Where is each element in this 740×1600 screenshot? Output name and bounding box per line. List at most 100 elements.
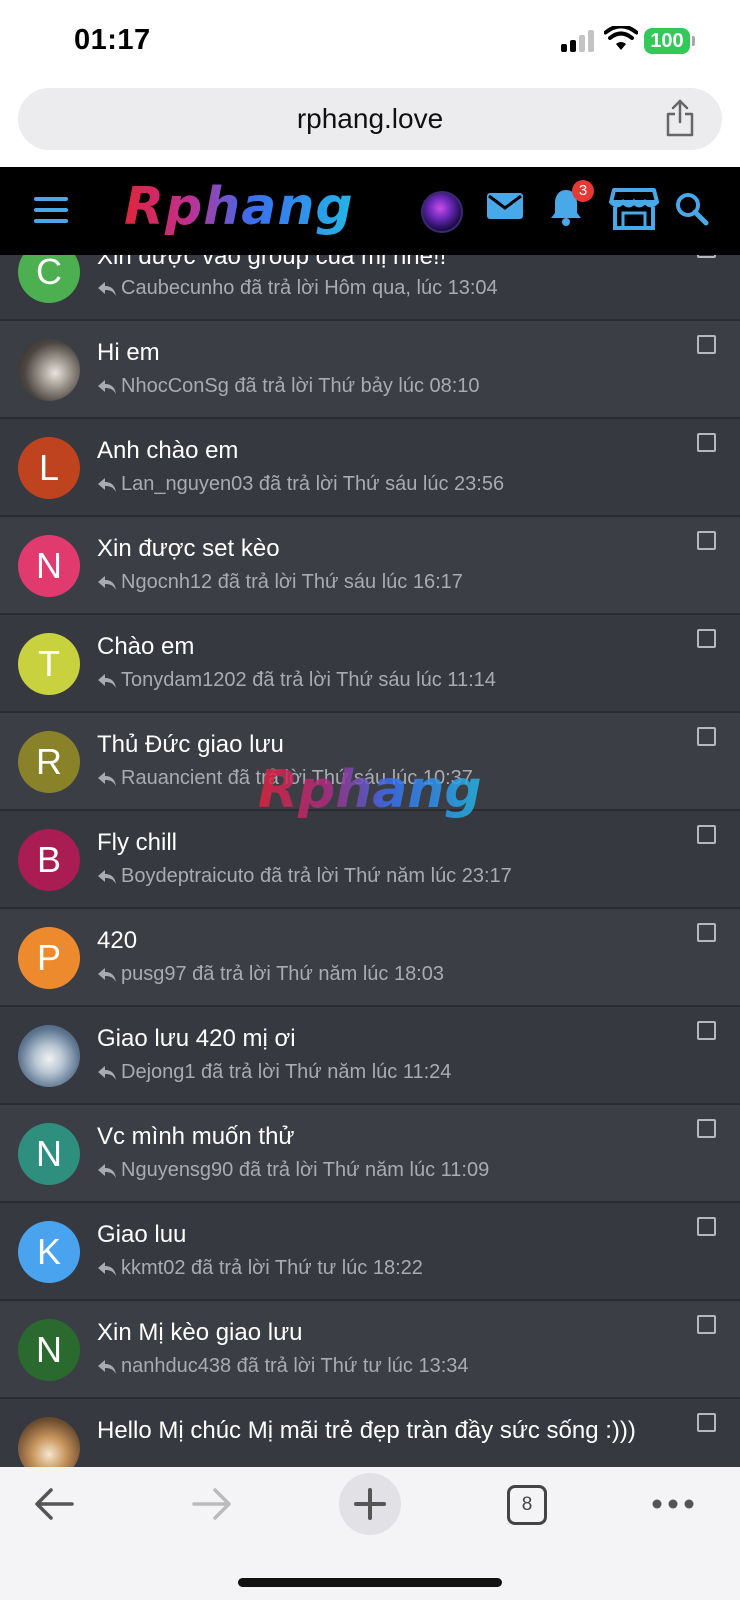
tab-switcher-button[interactable]: 8 — [507, 1485, 547, 1525]
avatar[interactable]: P — [18, 927, 80, 989]
thread-meta: Ngocnh12 đã trả lời Thứ sáu lúc 16:17 — [97, 571, 463, 594]
thread-title[interactable]: Xin được set kèo — [97, 535, 280, 563]
battery-tip — [692, 36, 695, 46]
thread-title[interactable]: Thủ Đức giao lưu — [97, 731, 284, 759]
mail-icon[interactable] — [486, 191, 524, 221]
site-logo[interactable]: Rphang — [124, 177, 354, 237]
thread-meta: Caubecunho đã trả lời Hôm qua, lúc 13:04 — [97, 277, 498, 300]
status-bar: 01:17 100 — [0, 0, 740, 80]
list-item[interactable]: K Giao luu kkmt02 đã trả lời Thứ tư lúc … — [0, 1203, 740, 1301]
avatar[interactable] — [18, 1025, 80, 1087]
home-indicator — [238, 1578, 502, 1587]
select-checkbox[interactable] — [697, 923, 716, 942]
reply-icon — [98, 1262, 116, 1276]
list-item[interactable]: Giao lưu 420 mị ơi Dejong1 đã trả lời Th… — [0, 1007, 740, 1105]
address-bar[interactable]: rphang.love — [18, 88, 722, 150]
thread-meta-text: Ngocnh12 đã trả lời Thứ sáu lúc 16:17 — [121, 571, 463, 593]
thread-title[interactable]: Anh chào em — [97, 437, 238, 465]
list-item[interactable]: P 420 pusg97 đã trả lời Thứ năm lúc 18:0… — [0, 909, 740, 1007]
thread-title[interactable]: Vc mình muốn thử — [97, 1123, 294, 1151]
select-checkbox[interactable] — [697, 433, 716, 452]
select-checkbox[interactable] — [697, 825, 716, 844]
thread-title[interactable]: Giao luu — [97, 1221, 186, 1249]
thread-meta: pusg97 đã trả lời Thứ năm lúc 18:03 — [97, 963, 444, 986]
thread-meta: Nguyensg90 đã trả lời Thứ năm lúc 11:09 — [97, 1159, 489, 1182]
thread-title[interactable]: Chào em — [97, 633, 194, 661]
select-checkbox[interactable] — [697, 1413, 716, 1432]
thread-title[interactable]: 420 — [97, 927, 137, 955]
thread-meta-text: pusg97 đã trả lời Thứ năm lúc 18:03 — [121, 963, 444, 985]
back-arrow-icon[interactable] — [34, 1487, 74, 1521]
reply-icon — [98, 576, 116, 590]
avatar[interactable]: R — [18, 731, 80, 793]
more-icon[interactable] — [652, 1499, 694, 1509]
list-item[interactable]: N Xin được set kèo Ngocnh12 đã trả lời T… — [0, 517, 740, 615]
thread-meta: kkmt02 đã trả lời Thứ tư lúc 18:22 — [97, 1257, 423, 1280]
thread-title[interactable]: Fly chill — [97, 829, 177, 857]
share-icon[interactable] — [664, 98, 696, 138]
select-checkbox[interactable] — [697, 1119, 716, 1138]
thread-title[interactable]: Hi em — [97, 339, 160, 367]
wifi-icon — [604, 26, 638, 50]
thread-meta-text: Caubecunho đã trả lời Hôm qua, lúc 13:04 — [121, 277, 498, 299]
list-item[interactable]: L Anh chào em Lan_nguyen03 đã trả lời Th… — [0, 419, 740, 517]
thread-meta-text: Tonydam1202 đã trả lời Thứ sáu lúc 11:14 — [121, 669, 496, 691]
thread-meta: nanhduc438 đã trả lời Thứ tư lúc 13:34 — [97, 1355, 469, 1378]
new-tab-button[interactable] — [339, 1473, 401, 1535]
avatar[interactable]: K — [18, 1221, 80, 1283]
list-item[interactable]: N Vc mình muốn thử Nguyensg90 đã trả lời… — [0, 1105, 740, 1203]
list-item[interactable]: Hi em NhocConSg đã trả lời Thứ bảy lúc 0… — [0, 321, 740, 419]
notification-badge: 3 — [572, 180, 594, 202]
reply-icon — [98, 674, 116, 688]
avatar[interactable]: N — [18, 1123, 80, 1185]
battery-indicator: 100 — [644, 28, 690, 54]
avatar[interactable]: N — [18, 1319, 80, 1381]
avatar[interactable]: B — [18, 829, 80, 891]
menu-icon[interactable] — [34, 197, 68, 223]
avatar[interactable] — [18, 1417, 80, 1467]
list-item[interactable]: T Chào em Tonydam1202 đã trả lời Thứ sáu… — [0, 615, 740, 713]
reply-icon — [98, 772, 116, 786]
avatar[interactable]: C — [18, 255, 80, 303]
select-checkbox[interactable] — [697, 1021, 716, 1040]
thread-meta-text: NhocConSg đã trả lời Thứ bảy lúc 08:10 — [121, 375, 480, 397]
site-header: Rphang — [0, 167, 740, 255]
select-checkbox[interactable] — [697, 335, 716, 354]
list-item[interactable]: B Fly chill Boydeptraicuto đã trả lời Th… — [0, 811, 740, 909]
list-item[interactable]: N Xin Mị kèo giao lưu nanhduc438 đã trả … — [0, 1301, 740, 1399]
url-text[interactable]: rphang.love — [18, 103, 722, 135]
thread-meta: Tonydam1202 đã trả lời Thứ sáu lúc 11:14 — [97, 669, 496, 692]
list-item[interactable]: C Xin được vào group của mị nhé!! Caubec… — [0, 255, 740, 321]
select-checkbox[interactable] — [697, 629, 716, 648]
select-checkbox[interactable] — [697, 255, 716, 258]
thread-meta: Dejong1 đã trả lời Thứ năm lúc 11:24 — [97, 1061, 451, 1084]
plus-icon — [354, 1488, 386, 1520]
thread-list: C Xin được vào group của mị nhé!! Caubec… — [0, 255, 740, 1467]
reply-icon — [98, 1164, 116, 1178]
select-checkbox[interactable] — [697, 727, 716, 746]
thread-title[interactable]: Xin Mị kèo giao lưu — [97, 1319, 303, 1347]
avatar[interactable]: N — [18, 535, 80, 597]
user-avatar[interactable] — [421, 191, 463, 233]
site-watermark: Rphang — [258, 760, 482, 820]
thread-meta-text: Nguyensg90 đã trả lời Thứ năm lúc 11:09 — [121, 1159, 490, 1181]
forward-arrow-icon[interactable] — [192, 1487, 232, 1521]
store-icon[interactable] — [609, 187, 659, 231]
select-checkbox[interactable] — [697, 1217, 716, 1236]
select-checkbox[interactable] — [697, 1315, 716, 1334]
list-item[interactable]: Hello Mị chúc Mị mãi trẻ đẹp tràn đầy sứ… — [0, 1399, 740, 1467]
avatar[interactable] — [18, 339, 80, 401]
thread-meta-text: nanhduc438 đã trả lời Thứ tư lúc 13:34 — [121, 1355, 469, 1377]
avatar[interactable]: L — [18, 437, 80, 499]
status-time: 01:17 — [74, 24, 151, 56]
select-checkbox[interactable] — [697, 531, 716, 550]
reply-icon — [98, 1360, 116, 1374]
thread-title[interactable]: Xin được vào group của mị nhé!! — [97, 255, 446, 271]
signal-icon — [561, 30, 595, 52]
thread-meta-text: kkmt02 đã trả lời Thứ tư lúc 18:22 — [121, 1257, 423, 1279]
thread-title[interactable]: Giao lưu 420 mị ơi — [97, 1025, 296, 1053]
avatar[interactable]: T — [18, 633, 80, 695]
search-icon[interactable] — [675, 192, 709, 226]
reply-icon — [98, 478, 116, 492]
thread-title[interactable]: Hello Mị chúc Mị mãi trẻ đẹp tràn đầy sứ… — [97, 1417, 636, 1445]
